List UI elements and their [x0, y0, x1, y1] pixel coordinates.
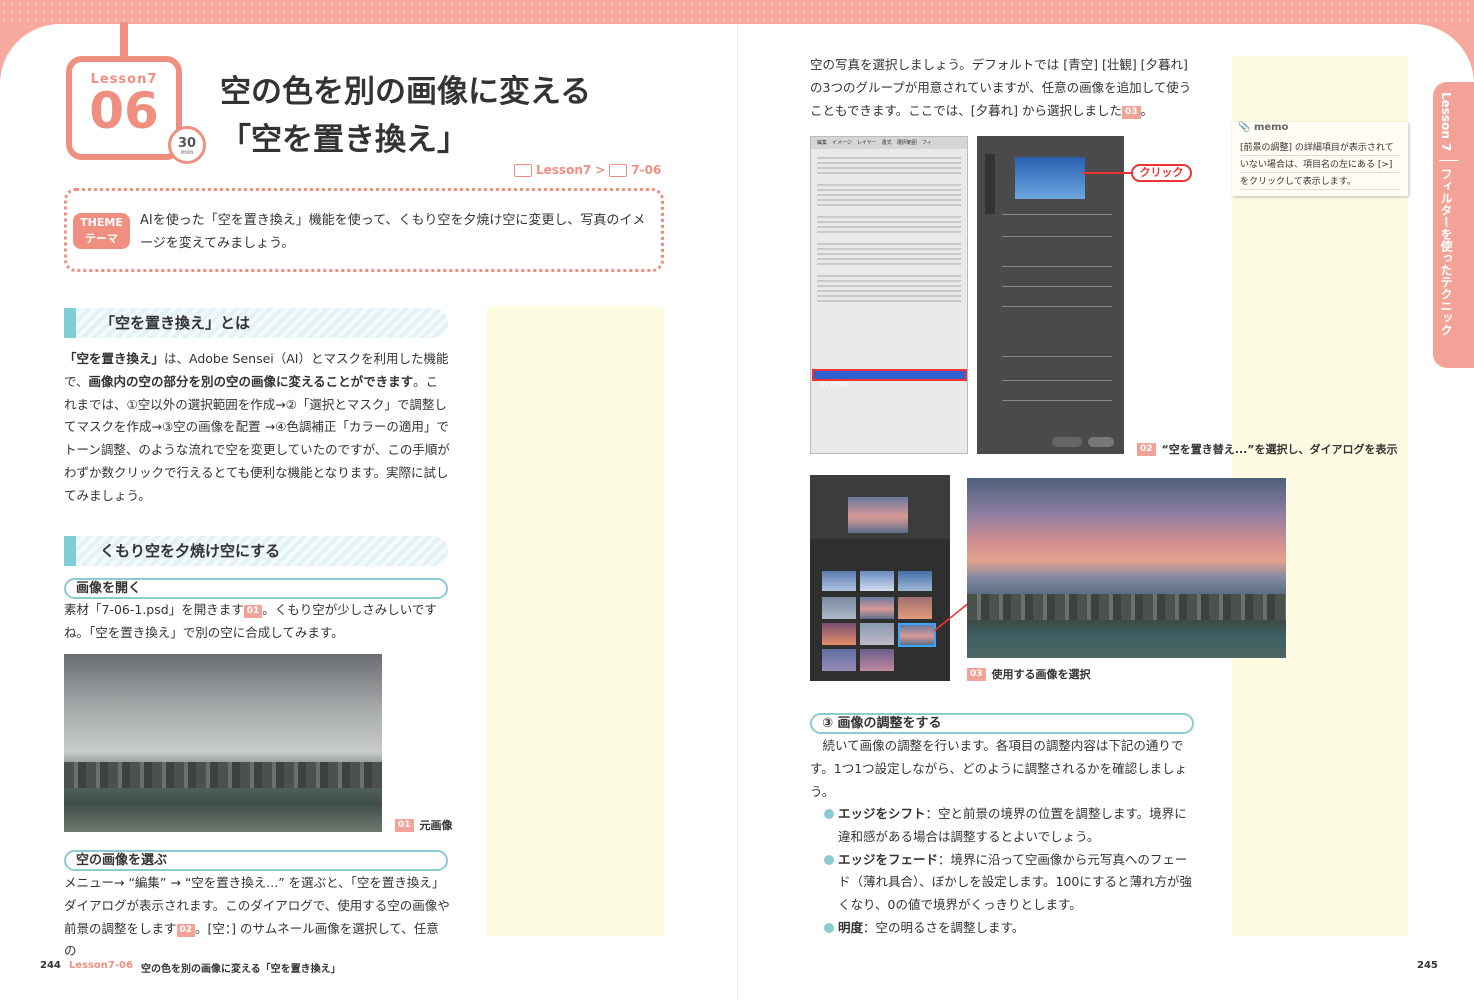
dialog-ok-button[interactable]	[1088, 437, 1114, 447]
path-separator: >	[595, 163, 606, 177]
side-tab-topic: フィルターを使ったテクニック	[1439, 168, 1453, 336]
footer-left: 244 Lesson7-06 空の色を別の画像に変える「空を置き換え」	[40, 960, 341, 975]
figure3-caption-text: 使用する画像を選択	[991, 668, 1091, 681]
page-number-left: 244	[40, 960, 61, 971]
memo-title: 📎 memo	[1238, 122, 1289, 133]
sky-option[interactable]	[822, 623, 856, 645]
figure1-ref: 01	[395, 818, 414, 832]
city-skyline	[967, 594, 1286, 620]
menu-item-replace-sky[interactable]: 空を置き換え...	[812, 369, 967, 388]
dialog-toolbar	[985, 154, 995, 214]
path-part1: Lesson7	[536, 163, 592, 177]
slider-shift-edge[interactable]	[1002, 214, 1112, 215]
file-path-breadcrumb: Lesson7 > 7-06	[514, 163, 661, 177]
figure2-ref: 02	[1137, 442, 1156, 456]
step-choose-sky-text: メニュー→ “編集” → “空を置き換え...” を選ぶと、「空を置き換え」ダイ…	[64, 875, 450, 959]
slider-color[interactable]	[1002, 400, 1112, 401]
sky-option[interactable]	[898, 597, 932, 619]
city-skyline	[64, 762, 382, 788]
theme-tag-ja: テーマ	[85, 232, 118, 245]
sky-option[interactable]	[822, 571, 856, 591]
top-dot-pattern	[0, 0, 1474, 24]
selected-sky-thumbnail	[848, 497, 908, 533]
sky-option[interactable]	[822, 649, 856, 671]
margin-column	[487, 306, 664, 936]
section-heading-sunset: くもり空を夕焼け空にする	[64, 536, 448, 566]
slider-brightness[interactable]	[1002, 266, 1112, 267]
figure2-caption: 02 “空を置き替え...”を選択し、ダイアログを表示	[1137, 441, 1398, 457]
slider-temperature[interactable]	[1002, 286, 1112, 287]
badge-hanger	[120, 22, 128, 58]
right-intro-text: 空の写真を選択しましょう。デフォルトでは [青空] [壮観] [夕暮れ] の3つ…	[810, 57, 1192, 119]
page-number-right: 245	[1417, 960, 1438, 971]
page-title-line1: 空の色を別の画像に変える	[220, 74, 592, 110]
sunset-sky-photo	[967, 478, 1286, 658]
figure-ref: 03	[1121, 105, 1141, 119]
footer-title: 空の色を別の画像に変える「空を置き換え」	[140, 964, 341, 975]
figure3-caption: 03 使用する画像を選択	[967, 666, 1091, 682]
sky-thumbnail[interactable]	[1015, 157, 1085, 199]
menu-bar: 編集 イメージ レイヤー 書式 選択範囲 フィ	[811, 137, 967, 149]
list-item: 明度：空の明るさを調整します。	[824, 917, 1196, 940]
clock-icon: 30 min	[168, 126, 206, 164]
theme-tag: THEME テーマ	[73, 213, 130, 249]
figure2-caption-text: “空を置き替え...”を選択し、ダイアログを表示	[1161, 443, 1398, 456]
folder-icon	[514, 163, 532, 177]
callout-line	[1082, 172, 1132, 174]
lesson-number: 06	[89, 82, 159, 140]
sky-option[interactable]	[822, 597, 856, 619]
side-tab-divider	[1439, 160, 1459, 161]
sky-option[interactable]	[860, 623, 894, 645]
lead-bold-2: 画像内の空の部分を別の空の画像に変えることができます	[88, 373, 414, 389]
memo-note: [前景の調整] の詳細項目が表示されていない場合は、項目名の左にある [>] を…	[1232, 122, 1408, 196]
step-open-image-heading: 画像を開く	[64, 578, 448, 599]
click-callout: クリック	[1131, 164, 1192, 182]
theme-tag-en: THEME	[80, 216, 123, 229]
list-item: エッジをフェード：境界に沿って空画像から元写真へのフェード（薄れ具合）、ぼかしを…	[824, 849, 1196, 917]
side-tab-lesson: Lesson 7	[1439, 92, 1453, 152]
figure-ref: 02	[176, 923, 196, 937]
memo-text: [前景の調整] の詳細項目が表示されていない場合は、項目名の左にある [>] を…	[1240, 140, 1400, 191]
step-adjust-heading: ③ 画像の調整をする	[810, 713, 1194, 734]
sky-option[interactable]	[898, 571, 932, 591]
lead-text-2: 。これまでは、①空以外の選択範囲を作成→②「選択とマスク」で調整してマスクを作成…	[64, 373, 450, 503]
step-choose-sky-heading: 空の画像を選ぶ	[64, 850, 448, 871]
path-part2: 7-06	[631, 163, 662, 177]
footer-lesson-ref: Lesson7-06	[68, 960, 133, 971]
menu-item-replace-sky-label: 空を置き換え...	[820, 382, 855, 388]
slider-scale[interactable]	[1002, 306, 1112, 307]
figure3-ref: 03	[967, 667, 986, 681]
step-adjust-text: 続いて画像の調整を行います。各項目の調整内容は下記の通りです。1つ1つ設定しなが…	[810, 738, 1188, 799]
lead-bold-1: 「空を置き換え」	[64, 351, 165, 366]
slider-edge-light[interactable]	[1002, 380, 1112, 381]
cloudy-sky-photo	[64, 654, 382, 832]
edit-menu-screenshot: 編集 イメージ レイヤー 書式 選択範囲 フィ	[810, 136, 968, 454]
folder-icon	[609, 163, 628, 177]
slider-foreground[interactable]	[1002, 356, 1112, 357]
section1-body: 「空を置き換え」は、Adobe Sensei（AI）とマスクを利用した機能で、画…	[64, 348, 450, 508]
page-title-line2: 「空を置き換え」	[220, 122, 468, 158]
step-open-image-text: 素材「7-06-1.psd」を開きます 01 。くもり空が少しさみしいですね。「空を…	[64, 602, 437, 640]
theme-text: AIを使った「空を置き換え」機能を使って、くもり空を夕焼け空に変更し、写真のイメ…	[140, 213, 646, 251]
figure-ref: 01	[243, 605, 263, 618]
bullet-list: エッジをシフト：空と前景の境界の位置を調整します。境界に違和感がある場合は調整す…	[824, 803, 1196, 940]
section-heading-about: 「空を置き換え」とは	[64, 308, 448, 338]
sky-option[interactable]	[860, 597, 894, 619]
figure1-caption: 01 元画像	[395, 817, 453, 833]
list-item: エッジをシフト：空と前景の境界の位置を調整します。境界に違和感がある場合は調整す…	[824, 803, 1196, 849]
spread-gutter	[737, 24, 738, 1000]
slider-fade-edge[interactable]	[1002, 236, 1112, 237]
dialog-cancel-button[interactable]	[1052, 437, 1082, 447]
lesson-badge: Lesson7 06	[66, 56, 182, 160]
figure1-caption-text: 元画像	[419, 819, 453, 832]
sky-option[interactable]	[860, 571, 894, 591]
sky-picker-panel	[810, 475, 950, 681]
sky-option[interactable]	[860, 649, 894, 671]
time-unit: min	[180, 149, 194, 156]
